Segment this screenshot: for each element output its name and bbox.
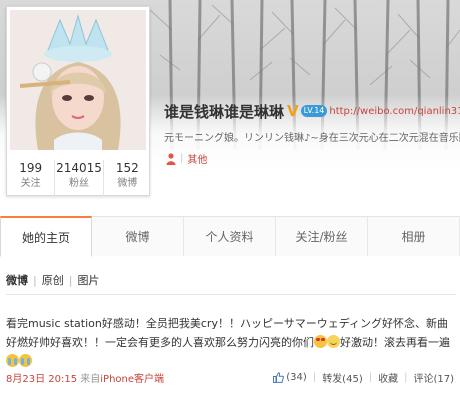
smile-emoji-icon <box>327 335 340 348</box>
cry-emoji-icon <box>19 354 32 367</box>
tab-home[interactable]: 她的主页 <box>0 216 92 257</box>
stat-posts-value: 152 <box>115 161 139 175</box>
comment-button[interactable]: 评论(17) <box>413 370 454 385</box>
stat-followers-value: 214015 <box>56 161 102 175</box>
tab-profile-info[interactable]: 个人资料 <box>184 216 276 256</box>
like-icon[interactable] <box>273 372 285 383</box>
divider: | <box>68 273 73 287</box>
profile-bio: 元モーニング娘。リンリン钱琳♪~身在三次元心在二次元混在音乐圈青在中 <box>164 133 460 143</box>
filter-weibo[interactable]: 微博 <box>6 272 28 288</box>
stat-posts[interactable]: 152 微博 <box>104 160 151 196</box>
stat-following-value: 199 <box>19 161 43 175</box>
profile-url-link[interactable]: http://weibo.com/qianlin311 <box>329 106 460 117</box>
stat-posts-label: 微博 <box>117 178 138 189</box>
user-icon <box>166 152 176 165</box>
filter-images[interactable]: 图片 <box>77 272 99 288</box>
tab-follow-fans[interactable]: 关注/粉丝 <box>276 216 368 256</box>
post-source-prefix: 来自 <box>80 374 101 385</box>
cry-emoji-icon <box>6 354 19 367</box>
profile-tabs: 她的主页 微博 个人资料 关注/粉丝 相册 <box>0 216 460 257</box>
profile-name: 谁是钱琳谁是琳琳 <box>164 102 285 121</box>
profile-stats: 199 关注 214015 粉丝 152 微博 <box>7 160 151 196</box>
divider: | <box>312 372 317 383</box>
feed-divider <box>6 294 456 295</box>
post-meta: 8月23日 20:15 来自iPhone客户端 <box>6 370 164 385</box>
post-date[interactable]: 8月23日 20:15 <box>6 374 77 385</box>
repost-button[interactable]: 转发(45) <box>322 370 363 385</box>
post-actions: (34) | 转发(45) | 收藏 | 评论(17) <box>273 370 454 385</box>
stat-following[interactable]: 199 关注 <box>7 160 56 196</box>
level-badge[interactable]: LV.14 <box>300 105 328 117</box>
love-emoji-icon <box>314 335 327 348</box>
verified-icon[interactable]: V <box>287 102 299 120</box>
divider: | <box>404 372 408 383</box>
feed-filters: 微博 | 原创 | 图片 <box>6 272 99 288</box>
divider: | <box>180 153 184 164</box>
tab-album[interactable]: 相册 <box>368 216 460 256</box>
post-text-part2: 好激动！滚去再看一遍 <box>340 336 450 349</box>
like-count[interactable]: (34) <box>286 372 307 383</box>
post-text: 看完music station好感动！全员把我美cry！！ハッピーサマーウェディ… <box>6 314 456 371</box>
avatar[interactable] <box>10 10 146 150</box>
divider: | <box>33 273 37 287</box>
profile-card: 199 关注 214015 粉丝 152 微博 <box>6 6 150 196</box>
filter-original[interactable]: 原创 <box>42 272 64 288</box>
tab-weibo[interactable]: 微博 <box>92 216 184 256</box>
post-source-link[interactable]: iPhone客户端 <box>100 374 164 385</box>
profile-header: 谁是钱琳谁是琳琳 V LV.14 http://weibo.com/qianli… <box>164 100 460 122</box>
stat-followers-label: 粉丝 <box>68 178 89 189</box>
favorite-button[interactable]: 收藏 <box>378 370 398 385</box>
other-link[interactable]: 其他 <box>187 151 207 166</box>
profile-other-row: | 其他 <box>166 151 207 166</box>
avatar-portrait <box>10 10 146 150</box>
stat-following-label: 关注 <box>20 178 41 189</box>
stat-followers[interactable]: 214015 粉丝 <box>55 160 104 196</box>
divider: | <box>368 372 373 383</box>
